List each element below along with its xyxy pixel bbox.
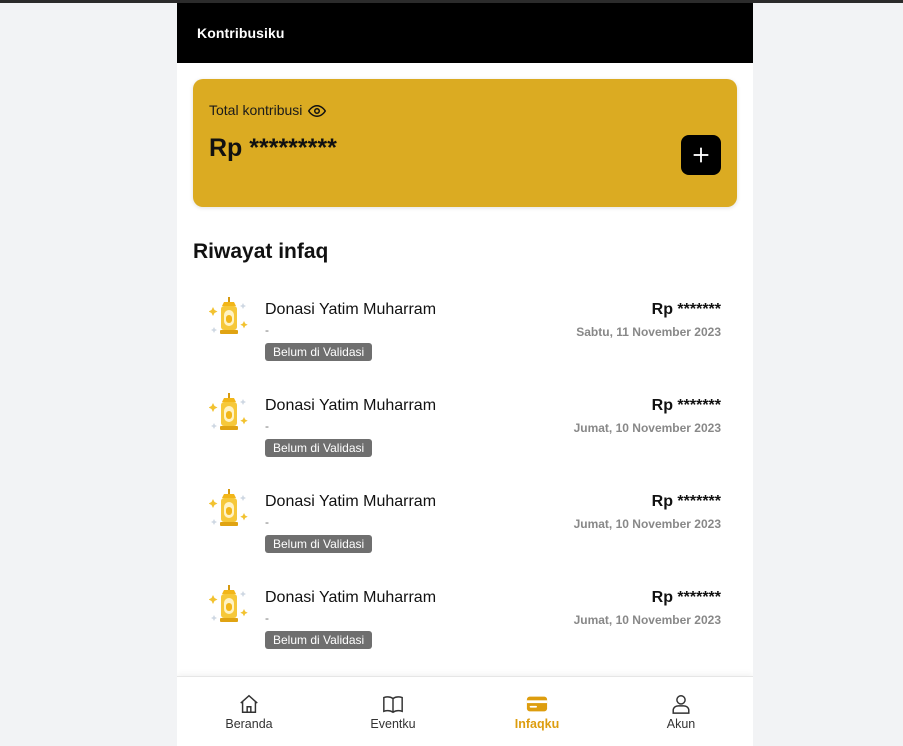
total-amount: Rp *********: [209, 134, 337, 162]
total-label: Total kontribusi: [209, 101, 303, 118]
item-date: Jumat, 10 November 2023: [573, 613, 721, 627]
nav-eventku[interactable]: Eventku: [321, 677, 465, 746]
page-title: Kontribusiku: [197, 25, 285, 41]
nav-label: Infaqku: [514, 717, 560, 731]
item-amount: Rp *******: [651, 589, 721, 606]
lantern-icon: [209, 489, 248, 526]
item-subtitle: -: [265, 323, 269, 337]
nav-infaqku[interactable]: Infaqku: [465, 677, 609, 746]
app-screen: Kontribusiku Total kontribusi Rp *******…: [177, 3, 753, 746]
history-item[interactable]: Donasi Yatim Muharram - Belum di Validas…: [193, 579, 737, 675]
item-title: Donasi Yatim Muharram: [265, 493, 437, 510]
nav-beranda[interactable]: Beranda: [177, 677, 321, 746]
item-amount: Rp *******: [651, 301, 721, 318]
item-date: Jumat, 10 November 2023: [573, 421, 721, 435]
lantern-icon: [209, 393, 248, 430]
status-badge: Belum di Validasi: [265, 631, 373, 649]
item-title: Donasi Yatim Muharram: [265, 301, 437, 318]
item-subtitle: -: [265, 611, 269, 625]
bottom-navigation: Beranda Eventku Infaqku Akun: [177, 676, 753, 746]
history-list: Donasi Yatim Muharram - Belum di Validas…: [193, 291, 737, 675]
total-label-row: Total kontribusi: [209, 99, 327, 120]
book-icon: [383, 696, 403, 714]
history-item[interactable]: Donasi Yatim Muharram - Belum di Validas…: [193, 387, 737, 483]
status-badge: Belum di Validasi: [265, 535, 373, 553]
item-subtitle: -: [265, 515, 269, 529]
status-badge: Belum di Validasi: [265, 439, 373, 457]
nav-label: Beranda: [225, 717, 273, 731]
user-icon: [672, 695, 690, 714]
item-date: Jumat, 10 November 2023: [573, 517, 721, 531]
add-contribution-button[interactable]: [681, 135, 721, 175]
eye-icon[interactable]: [308, 102, 327, 120]
status-badge: Belum di Validasi: [265, 343, 373, 361]
nav-label: Akun: [666, 717, 696, 731]
total-contribution-card: Total kontribusi Rp *********: [193, 79, 737, 207]
item-date: Sabtu, 11 November 2023: [576, 325, 721, 339]
nav-akun[interactable]: Akun: [609, 677, 753, 746]
history-item[interactable]: Donasi Yatim Muharram - Belum di Validas…: [193, 483, 737, 579]
item-title: Donasi Yatim Muharram: [265, 589, 437, 606]
item-subtitle: -: [265, 419, 269, 433]
item-title: Donasi Yatim Muharram: [265, 397, 437, 414]
lantern-icon: [209, 297, 248, 334]
item-amount: Rp *******: [651, 397, 721, 414]
nav-label: Eventku: [370, 717, 416, 731]
history-title: Riwayat infaq: [193, 240, 329, 263]
lantern-icon: [209, 585, 248, 622]
app-bar: Kontribusiku: [177, 3, 753, 63]
item-amount: Rp *******: [651, 493, 721, 510]
history-item[interactable]: Donasi Yatim Muharram - Belum di Validas…: [193, 291, 737, 387]
card-icon: [526, 696, 548, 712]
plus-icon: [693, 147, 709, 163]
home-icon: [240, 694, 258, 713]
